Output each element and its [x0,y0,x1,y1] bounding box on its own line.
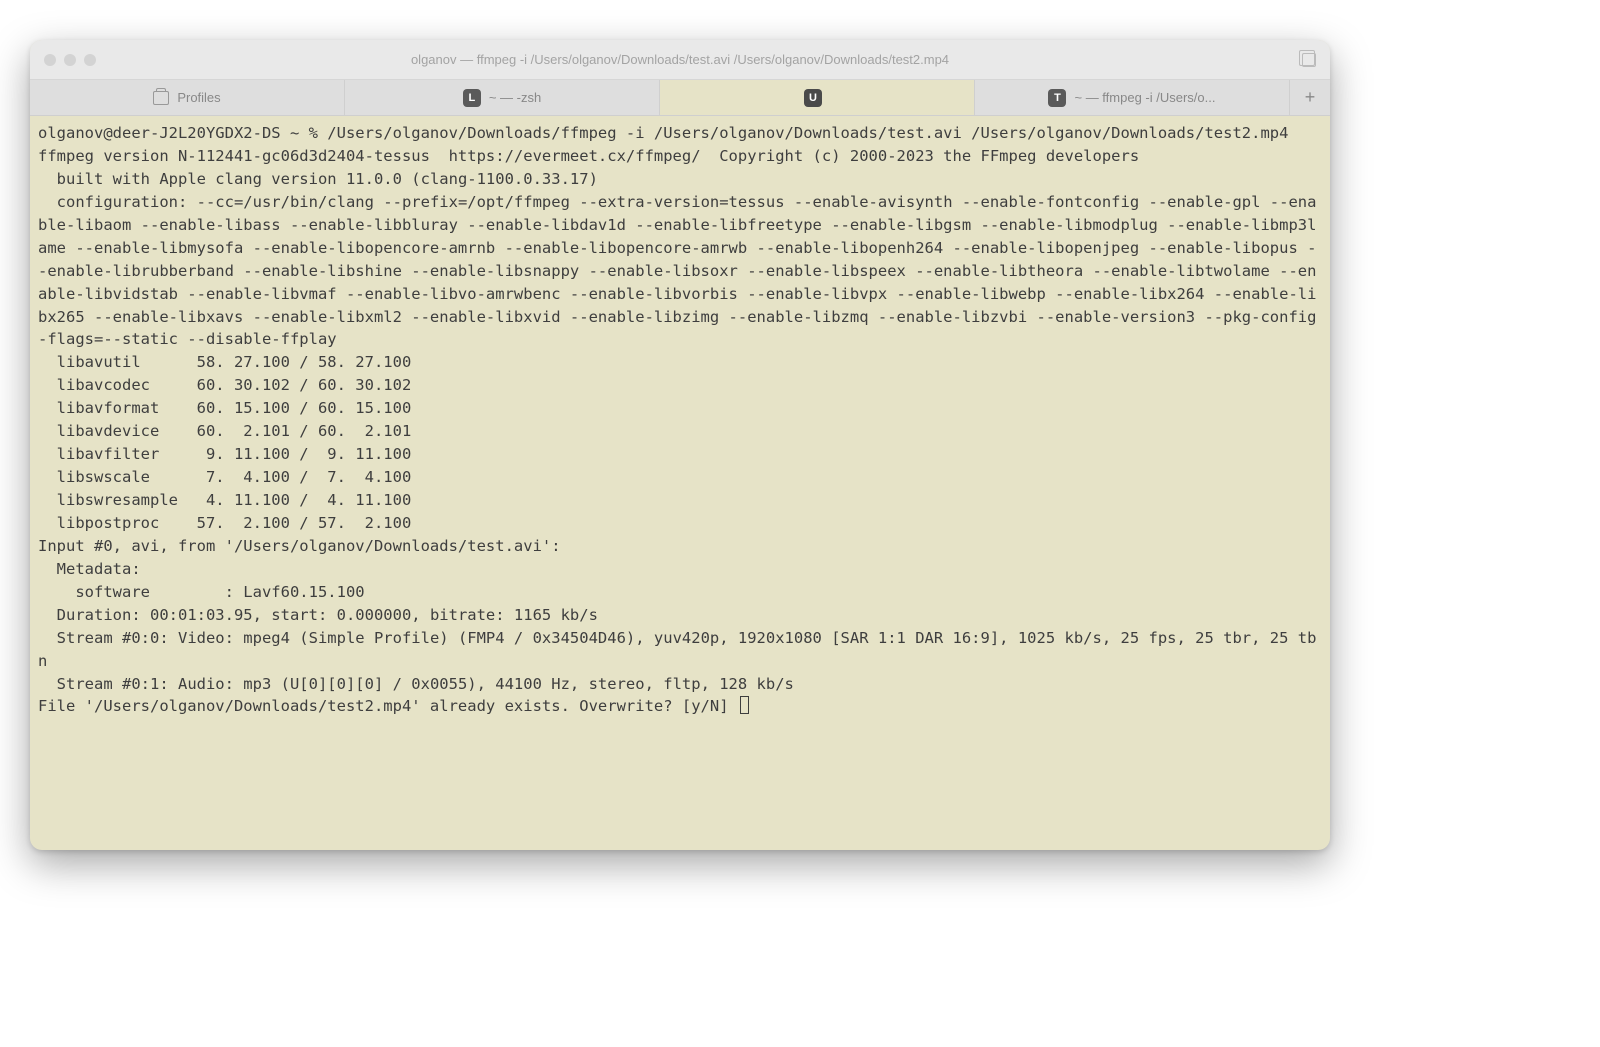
clone-window-icon[interactable] [1302,53,1316,67]
profiles-icon [153,91,169,105]
minimize-button[interactable] [64,54,76,66]
stream-audio: Stream #0:1: Audio: mp3 (U[0][0][0] / 0x… [38,675,794,693]
terminal-content[interactable]: olganov@deer-J2L20YGDX2-DS ~ % /Users/ol… [30,116,1330,850]
overwrite-prompt: File '/Users/olganov/Downloads/test2.mp4… [38,697,738,715]
duration-line: Duration: 00:01:03.95, start: 0.000000, … [38,606,598,624]
traffic-lights [44,54,96,66]
tab-badge-icon: T [1048,89,1066,107]
tab-label: ~ — -zsh [489,90,541,105]
lib-line: libavformat 60. 15.100 / 60. 15.100 [38,399,411,417]
lib-line: libavfilter 9. 11.100 / 9. 11.100 [38,445,411,463]
tab-label: ~ — ffmpeg -i /Users/o... [1074,90,1215,105]
lib-line: libavdevice 60. 2.101 / 60. 2.101 [38,422,411,440]
close-button[interactable] [44,54,56,66]
prompt-line: olganov@deer-J2L20YGDX2-DS ~ % /Users/ol… [38,124,1288,142]
tab-bar: Profiles L ~ — -zsh U T ~ — ffmpeg -i /U… [30,80,1330,116]
terminal-window: olganov — ffmpeg -i /Users/olganov/Downl… [30,40,1330,850]
cursor-icon [740,696,749,714]
lib-line: libavcodec 60. 30.102 / 60. 30.102 [38,376,411,394]
metadata-software: software : Lavf60.15.100 [38,583,365,601]
profiles-tab[interactable]: Profiles [30,80,345,115]
titlebar[interactable]: olganov — ffmpeg -i /Users/olganov/Downl… [30,40,1330,80]
tab-badge-icon: L [463,89,481,107]
zoom-button[interactable] [84,54,96,66]
lib-line: libswscale 7. 4.100 / 7. 4.100 [38,468,411,486]
version-line: ffmpeg version N-112441-gc06d3d2404-tess… [38,147,1139,165]
tab-zsh[interactable]: L ~ — -zsh [345,80,660,115]
stream-video: Stream #0:0: Video: mpeg4 (Simple Profil… [38,629,1316,670]
metadata-label: Metadata: [38,560,141,578]
new-tab-button[interactable]: + [1290,80,1330,115]
profiles-label: Profiles [177,90,220,105]
tab-ffmpeg[interactable]: T ~ — ffmpeg -i /Users/o... [975,80,1290,115]
lib-line: libavutil 58. 27.100 / 58. 27.100 [38,353,411,371]
tab-active[interactable]: U [660,80,975,115]
tab-badge-icon: U [804,89,822,107]
input-header: Input #0, avi, from '/Users/olganov/Down… [38,537,561,555]
window-title: olganov — ffmpeg -i /Users/olganov/Downl… [30,52,1330,67]
config-line: configuration: --cc=/usr/bin/clang --pre… [38,193,1316,349]
lib-line: libswresample 4. 11.100 / 4. 11.100 [38,491,411,509]
built-line: built with Apple clang version 11.0.0 (c… [38,170,598,188]
lib-line: libpostproc 57. 2.100 / 57. 2.100 [38,514,411,532]
